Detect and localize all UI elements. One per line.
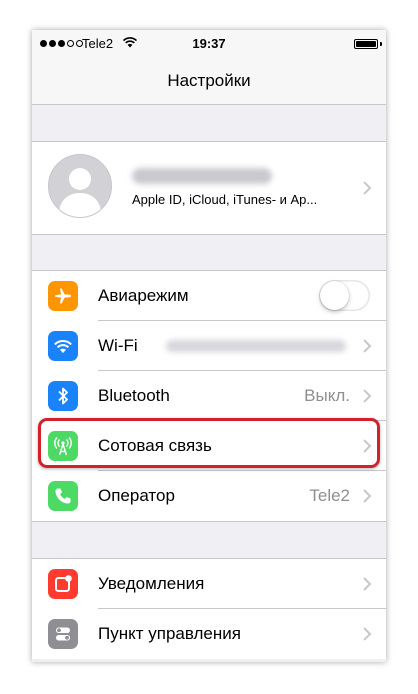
chevron-right-icon [363,577,372,591]
profile-subtitle: Apple ID, iCloud, iTunes- и Ap... [132,192,318,207]
chevron-right-icon [363,627,372,641]
bluetooth-value: Выкл. [304,386,350,405]
phone-screen: Tele2 19:37 Настройки Apple ID, iCloud, … [32,30,386,662]
phone-icon [48,481,78,511]
profile-name-blurred [132,168,272,184]
apple-id-profile-row[interactable]: Apple ID, iCloud, iTunes- и Ap... [32,141,386,235]
chevron-right-icon [363,181,372,195]
system-group: Уведомления Пункт управления [32,558,386,659]
notifications-icon [48,569,78,599]
cellular-row[interactable]: Сотовая связь [32,421,386,471]
chevron-right-icon [363,489,372,503]
status-bar: Tele2 19:37 [32,30,386,58]
bluetooth-icon [48,381,78,411]
battery-icon [354,39,378,49]
airplane-icon [48,281,78,311]
bluetooth-row[interactable]: Bluetooth Выкл. [32,371,386,421]
wifi-icon [48,331,78,361]
wifi-label: Wi-Fi [98,336,138,355]
operator-row[interactable]: Оператор Tele2 [32,471,386,521]
clock: 19:37 [192,36,226,51]
chevron-right-icon [363,389,372,403]
avatar [48,154,112,218]
chevron-right-icon [363,439,372,453]
airplane-mode-row: Авиарежим [32,271,386,321]
chevron-right-icon [363,339,372,353]
battery-tip [380,42,382,46]
connectivity-group: Авиарежим Wi-Fi Bluetooth Выкл. Сотовая … [32,270,386,522]
operator-value: Tele2 [309,486,350,505]
wifi-network-name-blurred [166,340,346,352]
control-center-row[interactable]: Пункт управления [32,609,386,659]
notifications-label: Уведомления [98,574,205,593]
person-silhouette-icon [58,168,102,217]
control-center-label: Пункт управления [98,624,241,643]
navigation-bar: Настройки [32,58,386,105]
airplane-mode-label: Авиарежим [98,286,189,305]
control-center-icon [48,619,78,649]
operator-label: Оператор [98,486,175,505]
notifications-row[interactable]: Уведомления [32,559,386,609]
wifi-row[interactable]: Wi-Fi [32,321,386,371]
cellular-icon [48,431,78,461]
page-title: Настройки [167,71,251,90]
airplane-mode-toggle[interactable] [319,280,370,311]
cellular-label: Сотовая связь [98,436,212,455]
bluetooth-label: Bluetooth [98,386,170,405]
